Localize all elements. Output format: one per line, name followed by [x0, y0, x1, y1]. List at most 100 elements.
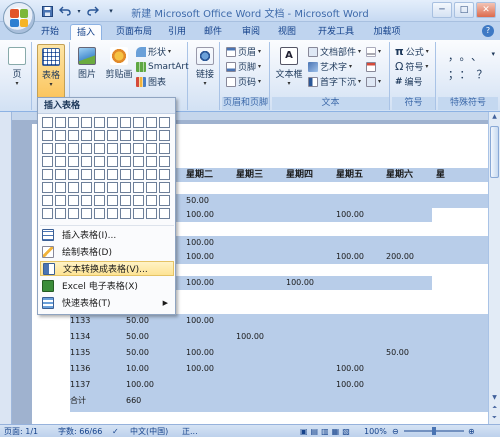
grid-cell[interactable] — [55, 169, 66, 180]
symbol-button[interactable]: Ω 符号 ▾ — [395, 60, 428, 73]
grid-cell[interactable] — [81, 169, 92, 180]
grid-cell[interactable] — [133, 169, 144, 180]
view-buttons[interactable]: ▣▤▥▦▧ — [300, 426, 353, 437]
header-button[interactable]: 页眉 ▾ — [226, 45, 261, 58]
redo-icon[interactable] — [86, 4, 100, 18]
special-symbols-row-2[interactable]: ；：？ — [448, 66, 494, 82]
grid-cell[interactable] — [81, 143, 92, 154]
zoom-out-icon[interactable]: ⊖ — [392, 426, 399, 437]
undo-dropdown-icon[interactable]: ▾ — [76, 4, 82, 18]
tab-review[interactable]: 审阅 — [238, 24, 264, 40]
grid-cell[interactable] — [42, 143, 53, 154]
datetime-button[interactable] — [366, 60, 376, 73]
page-indicator[interactable]: 页面: 1/1 — [4, 426, 38, 437]
language-indicator[interactable]: 中文(中国) — [130, 426, 168, 437]
smartart-button[interactable]: SmartArt — [136, 60, 189, 73]
tab-developer[interactable]: 开发工具 — [312, 24, 360, 40]
tab-addins[interactable]: 加载项 — [368, 24, 406, 40]
grid-cell[interactable] — [94, 195, 105, 206]
grid-cell[interactable] — [133, 156, 144, 167]
grid-cell[interactable] — [159, 195, 170, 206]
grid-cell[interactable] — [107, 117, 118, 128]
drop-cap-button[interactable]: 首字下沉 ▾ — [308, 75, 361, 88]
grid-cell[interactable] — [42, 169, 53, 180]
grid-cell[interactable] — [81, 156, 92, 167]
grid-cell[interactable] — [68, 182, 79, 193]
insert-mode[interactable]: 正... — [182, 426, 198, 437]
undo-icon[interactable] — [58, 4, 72, 18]
zoom-level[interactable]: 100% — [364, 426, 387, 437]
grid-cell[interactable] — [94, 169, 105, 180]
grid-cell[interactable] — [120, 169, 131, 180]
special-symbols-row-1[interactable]: ，。、 — [448, 48, 488, 64]
page-number-button[interactable]: 页码 ▾ — [226, 75, 261, 88]
grid-cell[interactable] — [42, 117, 53, 128]
grid-cell[interactable] — [107, 182, 118, 193]
grid-cell[interactable] — [55, 156, 66, 167]
tab-mailings[interactable]: 邮件 — [200, 24, 226, 40]
grid-cell[interactable] — [159, 117, 170, 128]
grid-cell[interactable] — [120, 143, 131, 154]
grid-cell[interactable] — [68, 195, 79, 206]
picture-button[interactable]: 图片 — [74, 44, 100, 94]
grid-cell[interactable] — [55, 143, 66, 154]
grid-cell[interactable] — [133, 130, 144, 141]
grid-cell[interactable] — [120, 195, 131, 206]
numbering-button[interactable]: # 编号 — [395, 75, 423, 89]
grid-cell[interactable] — [81, 195, 92, 206]
wordart-button[interactable]: 艺术字 ▾ — [308, 60, 352, 73]
grid-cell[interactable] — [55, 208, 66, 219]
grid-cell[interactable] — [94, 182, 105, 193]
grid-cell[interactable] — [146, 156, 157, 167]
help-icon[interactable]: ? — [482, 25, 494, 37]
grid-cell[interactable] — [120, 208, 131, 219]
table-button[interactable]: 表格 ▾ — [37, 44, 65, 102]
grid-cell[interactable] — [159, 130, 170, 141]
grid-cell[interactable] — [107, 156, 118, 167]
grid-cell[interactable] — [146, 117, 157, 128]
grid-cell[interactable] — [68, 156, 79, 167]
text-to-table-item[interactable]: 文本转换成表格(V)... — [40, 261, 174, 276]
scroll-thumb[interactable] — [490, 126, 499, 178]
minimize-button[interactable]: ─ — [432, 2, 452, 18]
maximize-button[interactable]: □ — [454, 2, 474, 18]
textbox-button[interactable]: A 文本框 ▾ — [274, 44, 304, 94]
grid-cell[interactable] — [42, 156, 53, 167]
grid-cell[interactable] — [120, 117, 131, 128]
grid-cell[interactable] — [133, 208, 144, 219]
scroll-up-icon[interactable]: ▲ — [490, 113, 499, 123]
tab-view[interactable]: 视图 — [274, 24, 300, 40]
grid-cell[interactable] — [159, 208, 170, 219]
next-page-icon[interactable]: ⏷ — [490, 414, 499, 424]
grid-cell[interactable] — [146, 208, 157, 219]
grid-cell[interactable] — [81, 117, 92, 128]
grid-cell[interactable] — [146, 182, 157, 193]
grid-cell[interactable] — [55, 130, 66, 141]
grid-cell[interactable] — [55, 117, 66, 128]
grid-cell[interactable] — [94, 130, 105, 141]
draw-table-item[interactable]: 绘制表格(D) — [40, 244, 174, 259]
footer-button[interactable]: 页脚 ▾ — [226, 60, 261, 73]
grid-cell[interactable] — [94, 143, 105, 154]
tab-page-layout[interactable]: 页面布局 — [110, 24, 158, 40]
proofing-icon[interactable]: ✓ — [112, 426, 119, 437]
grid-cell[interactable] — [133, 117, 144, 128]
grid-cell[interactable] — [159, 156, 170, 167]
word-count[interactable]: 字数: 66/66 — [58, 426, 102, 437]
customize-qat-icon[interactable]: ▾ — [104, 4, 118, 18]
prev-page-icon[interactable]: ⏶ — [490, 404, 499, 414]
grid-cell[interactable] — [42, 208, 53, 219]
grid-cell[interactable] — [42, 182, 53, 193]
grid-cell[interactable] — [107, 195, 118, 206]
shapes-button[interactable]: 形状 ▾ — [136, 45, 171, 58]
grid-cell[interactable] — [146, 143, 157, 154]
zoom-in-icon[interactable]: ⊕ — [468, 426, 475, 437]
grid-cell[interactable] — [94, 156, 105, 167]
grid-cell[interactable] — [107, 208, 118, 219]
grid-cell[interactable] — [94, 208, 105, 219]
grid-cell[interactable] — [159, 143, 170, 154]
quick-parts-button[interactable]: 文档部件 ▾ — [308, 45, 361, 58]
object-button[interactable]: ▾ — [366, 75, 381, 88]
office-button[interactable] — [3, 2, 35, 34]
grid-cell[interactable] — [42, 130, 53, 141]
